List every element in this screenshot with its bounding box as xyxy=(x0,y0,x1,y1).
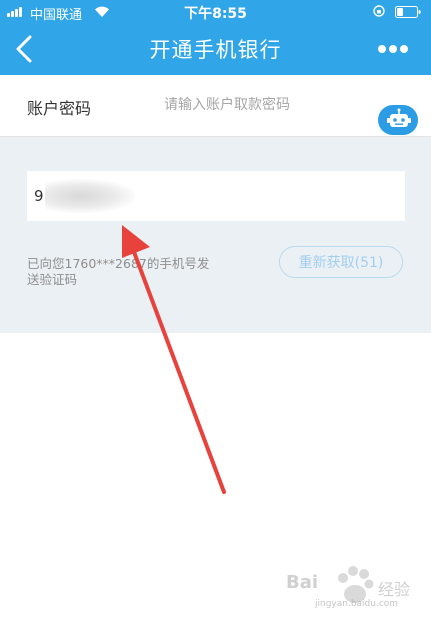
battery-icon xyxy=(395,6,421,18)
status-bar: 中国联通 下午8:55 xyxy=(0,0,431,24)
watermark-url: jingyan.baidu.com xyxy=(315,599,399,609)
status-time: 下午8:55 xyxy=(184,6,247,22)
verification-section xyxy=(0,137,431,333)
page-title: 开通手机银行 xyxy=(149,38,282,62)
rotation-lock-icon xyxy=(373,5,385,17)
sms-sent-notice: 已向您1760***2687的手机号发送验证码 xyxy=(27,256,210,287)
password-input[interactable] xyxy=(164,92,364,118)
robot-assistant-button[interactable] xyxy=(378,105,418,135)
password-label: 账户密码 xyxy=(27,99,92,118)
password-row: 账户密码 xyxy=(0,75,431,137)
watermark-brand: Bai xyxy=(286,572,319,593)
redacted-blur xyxy=(45,179,135,213)
robot-icon xyxy=(387,108,411,127)
resend-code-button[interactable]: 重新获取(51) xyxy=(279,246,403,278)
header: 中国联通 下午8:55 开通手机银行 xyxy=(0,0,431,75)
nav-bar: 开通手机银行 xyxy=(0,24,431,75)
watermark-suffix: 经验 xyxy=(378,580,411,599)
verification-code-box xyxy=(27,171,405,221)
more-options-icon[interactable] xyxy=(376,40,410,56)
